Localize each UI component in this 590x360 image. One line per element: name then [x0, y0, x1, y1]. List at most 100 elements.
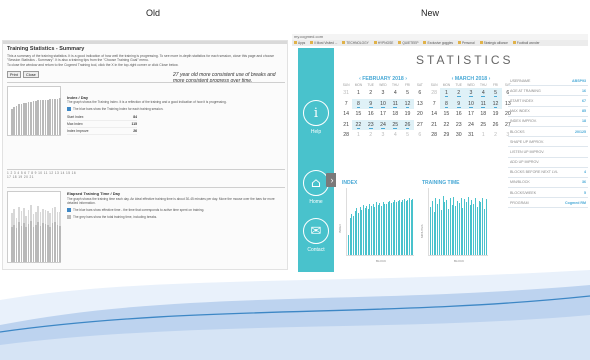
- calendar-day[interactable]: 5: [489, 88, 502, 99]
- legend-swatch: [67, 208, 71, 213]
- calendar-day[interactable]: 31: [340, 88, 352, 99]
- calendar-day[interactable]: 3: [464, 88, 478, 99]
- calendar-day[interactable]: 21: [428, 120, 440, 131]
- bookmark-item[interactable]: Apps: [294, 40, 305, 46]
- calendar-day[interactable]: 23: [453, 120, 465, 131]
- calendar-day[interactable]: 22: [440, 120, 452, 131]
- next-month-button[interactable]: ›: [487, 76, 491, 82]
- old-time-legend-2-text: The grey bars show the total training ti…: [73, 215, 158, 219]
- bookmark-item[interactable]: TECHNOLOGY: [342, 40, 368, 46]
- close-button[interactable]: Close: [23, 71, 39, 78]
- calendar-day[interactable]: 31: [465, 130, 477, 141]
- calendar-day[interactable]: 4: [389, 88, 401, 99]
- help-button[interactable]: i: [303, 100, 329, 126]
- bookmark-item[interactable]: ll Most Visited ...: [310, 40, 337, 46]
- calendar-day[interactable]: 20: [414, 109, 426, 120]
- bookmark-item[interactable]: Personal: [458, 40, 475, 46]
- calendar-day[interactable]: 2: [365, 88, 377, 99]
- calendar-day[interactable]: 7: [428, 99, 440, 110]
- stats-value: 16: [582, 88, 586, 93]
- calendar-day[interactable]: 25: [389, 119, 402, 130]
- calendar-day[interactable]: 12: [401, 98, 414, 109]
- calendar-day[interactable]: 18: [477, 109, 489, 120]
- stats-main: STATISTICS ‹ FEBRUARY 2018 › SUN MON TUE WED…: [336, 48, 588, 272]
- calendar-day[interactable]: 21: [340, 120, 352, 131]
- calendar-day[interactable]: 30: [453, 130, 465, 141]
- bookmark-item[interactable]: Strategic alliance: [480, 40, 508, 46]
- old-axis-ticks: 1 2 3 4 5 6 7 8 9 10 11 12 13 14 15 16 1…: [7, 171, 77, 179]
- calendar-day[interactable]: 16: [453, 109, 465, 120]
- calendar-day[interactable]: 22: [352, 119, 365, 130]
- calendar-day[interactable]: 28: [428, 130, 440, 141]
- old-effective-time-bar: [37, 222, 39, 262]
- calendar-day[interactable]: 1: [440, 88, 453, 99]
- calendar-day[interactable]: 12: [489, 98, 502, 109]
- calendar-month: MARCH 2018: [454, 76, 488, 82]
- print-button[interactable]: Print: [7, 71, 21, 78]
- calendar-day[interactable]: 2: [452, 88, 465, 99]
- stats-value: 18: [582, 119, 586, 124]
- help-label: Help: [310, 129, 322, 135]
- calendar-day[interactable]: 25: [477, 120, 489, 131]
- old-effective-time-bar: [49, 226, 51, 262]
- calendar-day[interactable]: 26: [489, 120, 501, 131]
- calendar-day[interactable]: 7: [340, 99, 352, 110]
- calendar-day[interactable]: 1: [352, 88, 364, 99]
- bookmark-item[interactable]: HYPNOSE: [374, 40, 394, 46]
- next-month-button[interactable]: ›: [404, 76, 407, 82]
- old-index-bar: [54, 99, 56, 135]
- calendar-day[interactable]: 4: [389, 130, 401, 141]
- calendar-day[interactable]: 16: [365, 109, 377, 120]
- old-index-bar: [51, 99, 54, 135]
- calendar-day[interactable]: 5: [401, 88, 413, 99]
- calendar-day[interactable]: 19: [401, 109, 413, 120]
- bookmark-item[interactable]: QUIETEEP: [398, 40, 418, 46]
- calendar-day[interactable]: 15: [352, 109, 364, 120]
- calendar-day[interactable]: 14: [340, 109, 352, 120]
- calendar-day[interactable]: 23: [364, 119, 377, 130]
- calendar-day[interactable]: 8: [440, 98, 453, 109]
- time-chart-xlabel: BLOCK: [454, 259, 465, 263]
- calendar-day[interactable]: 18: [389, 109, 401, 120]
- calendar-day[interactable]: 2: [365, 130, 377, 141]
- calendar-day[interactable]: 5: [401, 130, 413, 141]
- old-label: Old: [146, 8, 161, 18]
- bookmark-item[interactable]: Exclusive goggles: [423, 40, 453, 46]
- old-effective-time-bar: [32, 226, 35, 262]
- calendar-day[interactable]: 27: [414, 120, 426, 131]
- calendar-day[interactable]: 29: [440, 130, 452, 141]
- old-index-bar: [18, 104, 20, 135]
- calendar-day[interactable]: 8: [352, 98, 365, 109]
- calendar-day[interactable]: 10: [376, 98, 390, 109]
- calendar-day[interactable]: 1: [477, 130, 489, 141]
- bookmark-item[interactable]: Football wonder: [513, 40, 540, 46]
- calendar-day[interactable]: 19: [489, 109, 501, 120]
- calendar-day[interactable]: 3: [377, 88, 389, 99]
- calendar-day[interactable]: 4: [477, 88, 490, 99]
- calendar-day[interactable]: 11: [477, 98, 490, 109]
- calendar-day[interactable]: 14: [428, 109, 440, 120]
- calendar-day[interactable]: 9: [364, 98, 377, 109]
- calendar-day[interactable]: 28: [428, 88, 440, 99]
- calendar-day[interactable]: 1: [352, 130, 364, 141]
- calendar-day[interactable]: 28: [340, 130, 352, 141]
- calendar-day[interactable]: 17: [377, 109, 389, 120]
- calendar-day[interactable]: 10: [464, 98, 478, 109]
- calendar-day[interactable]: 24: [465, 120, 477, 131]
- calendar-day[interactable]: 24: [376, 119, 390, 130]
- calendar-day[interactable]: 3: [377, 130, 389, 141]
- calendar-day[interactable]: 13: [414, 99, 426, 110]
- old-index-legend: The blue bars show the Training Index fo…: [67, 107, 267, 112]
- calendar-day[interactable]: 6: [414, 130, 426, 141]
- calendar-day[interactable]: 15: [440, 109, 452, 120]
- calendar-day[interactable]: 9: [452, 98, 465, 109]
- calendar-day[interactable]: 6: [414, 88, 426, 99]
- stats-table-row: MIN/BLOCK 36: [508, 178, 588, 189]
- calendar-day[interactable]: 17: [465, 109, 477, 120]
- old-effective-time-bar: [15, 228, 18, 262]
- contact-button[interactable]: ✉: [303, 218, 329, 244]
- old-effective-time-bar: [35, 224, 37, 262]
- calendar-day[interactable]: 11: [389, 98, 402, 109]
- calendar-day[interactable]: 26: [401, 119, 414, 130]
- calendar-day[interactable]: 2: [489, 130, 501, 141]
